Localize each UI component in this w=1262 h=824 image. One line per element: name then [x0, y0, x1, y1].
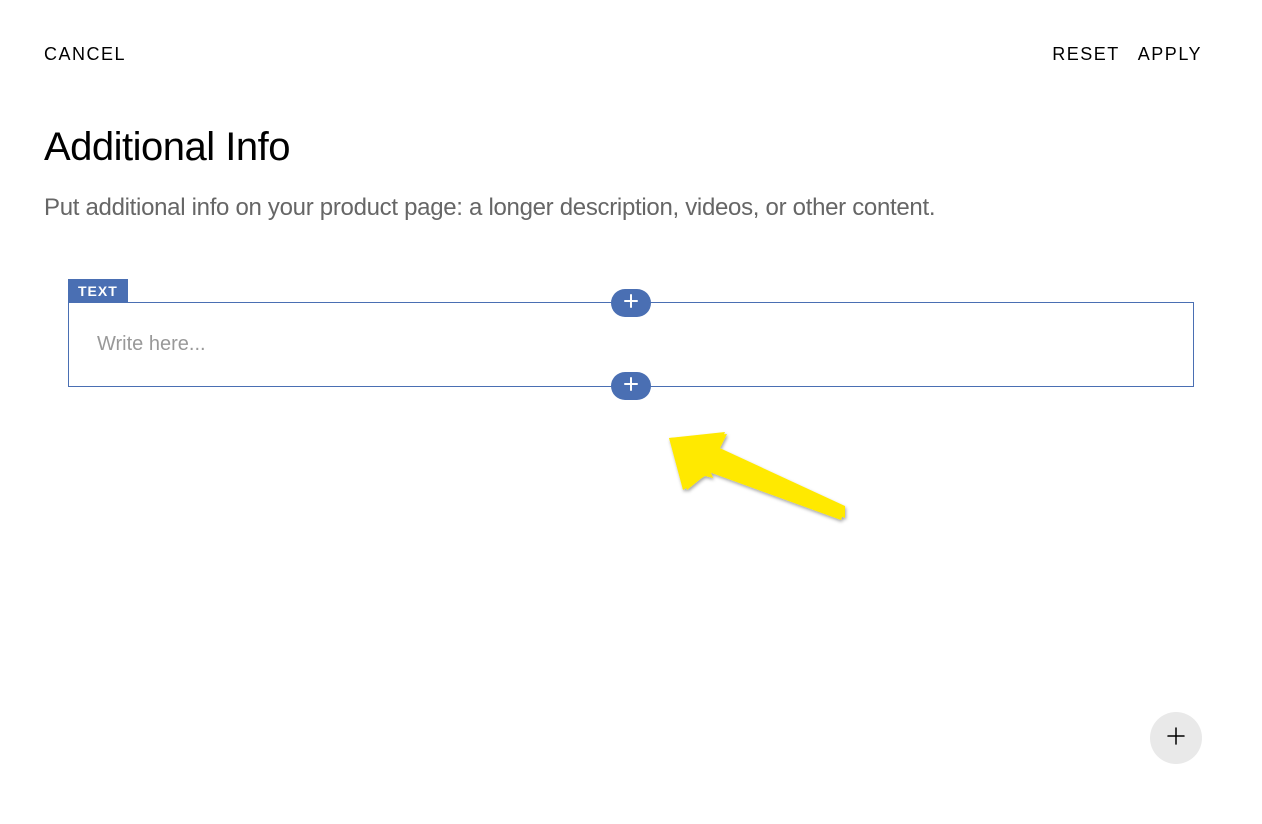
add-block-above-button[interactable] — [611, 289, 651, 317]
block-type-label: TEXT — [68, 279, 128, 303]
apply-button[interactable]: APPLY — [1138, 44, 1202, 65]
fab-add-button[interactable] — [1150, 712, 1202, 764]
block-container: TEXT Write here... — [44, 302, 1218, 387]
content: Additional Info Put additional info on y… — [0, 65, 1262, 387]
plus-icon — [623, 293, 639, 314]
header-actions: RESET APPLY — [1052, 44, 1202, 65]
page-title: Additional Info — [44, 125, 1218, 170]
text-block[interactable]: Write here... — [68, 302, 1194, 387]
cancel-button[interactable]: CANCEL — [44, 44, 126, 65]
add-block-below-button[interactable] — [611, 372, 651, 400]
plus-icon — [623, 376, 639, 397]
text-placeholder: Write here... — [97, 333, 1165, 356]
header: CANCEL RESET APPLY — [0, 0, 1262, 65]
annotation-arrow-icon — [665, 428, 855, 533]
page-subtitle: Put additional info on your product page… — [44, 194, 1218, 222]
plus-icon — [1164, 724, 1188, 753]
reset-button[interactable]: RESET — [1052, 44, 1120, 65]
